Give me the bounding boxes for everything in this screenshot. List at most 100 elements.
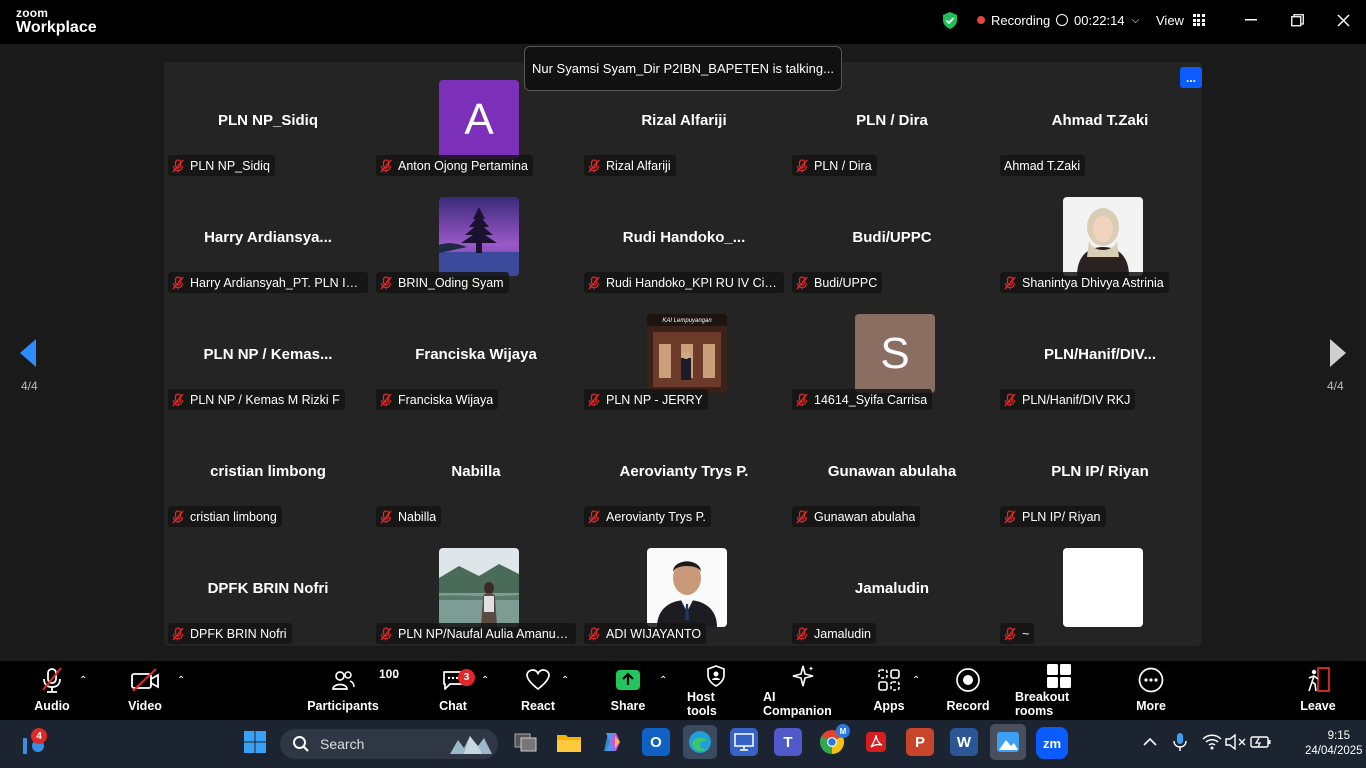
participant-tile[interactable]: Nabilla Nabilla	[372, 413, 580, 530]
view-button[interactable]: View	[1156, 0, 1205, 40]
show-hidden-icons-chevron-icon[interactable]	[1136, 728, 1164, 756]
zoom-app-icon[interactable]: zm	[1036, 727, 1068, 759]
participant-tile[interactable]: ADI WIJAYANTO	[580, 530, 788, 647]
recording-dot-icon	[977, 16, 985, 24]
copilot-icon[interactable]	[598, 728, 626, 756]
mic-muted-icon	[380, 392, 392, 406]
mic-muted-icon	[380, 626, 392, 640]
next-page-arrow-icon[interactable]	[1328, 338, 1348, 368]
participant-tile[interactable]: Jamaludin Jamaludin	[788, 530, 996, 647]
start-windows-icon[interactable]	[241, 728, 269, 756]
share-button[interactable]: Share	[609, 661, 647, 718]
participant-tile[interactable]: Aerovianty Trys P. Aerovianty Trys P.	[580, 413, 788, 530]
participant-tile[interactable]: KAI Lempuyangan PLN NP - JERRY	[580, 296, 788, 413]
participant-tile[interactable]: Harry Ardiansya... Harry Ardiansyah_PT. P…	[164, 179, 372, 296]
taskbar-search[interactable]: Search	[280, 729, 498, 759]
participant-tile[interactable]: cristian limbong cristian limbong	[164, 413, 372, 530]
remote-desktop-icon[interactable]	[730, 728, 758, 756]
grid-view-icon	[1192, 14, 1205, 26]
chat-options-caret-icon[interactable]: ⌃	[481, 675, 489, 686]
more-button[interactable]: More	[1133, 661, 1169, 718]
audio-options-caret-icon[interactable]: ⌃	[79, 675, 87, 686]
participant-tile[interactable]: PLN IP/ Riyan PLN IP/ Riyan	[996, 413, 1204, 530]
participant-name-text: ADI WIJAYANTO	[606, 626, 702, 641]
mic-muted-icon	[588, 392, 600, 406]
participant-tile[interactable]: S 14614_Syifa Carrisa	[788, 296, 996, 413]
mic-muted-icon	[1004, 509, 1016, 523]
gallery-more-options-button[interactable]: ...	[1180, 67, 1202, 88]
widgets-icon[interactable]: 4	[18, 728, 48, 758]
photos-app-icon[interactable]	[990, 724, 1026, 760]
recording-indicator[interactable]: Recording	[977, 0, 1050, 40]
react-button[interactable]: React	[519, 661, 557, 718]
volume-muted-icon[interactable]	[1222, 728, 1250, 756]
host-tools-button[interactable]: Host tools	[687, 661, 745, 718]
clock-time: 9:15	[1327, 730, 1350, 742]
record-button[interactable]: Record	[946, 661, 990, 718]
file-explorer-icon[interactable]	[555, 728, 583, 756]
participant-name-text: DPFK BRIN Nofri	[190, 626, 287, 641]
participant-name-label: cristian limbong	[168, 506, 282, 527]
video-button[interactable]: Video	[124, 661, 166, 718]
task-view-icon[interactable]	[512, 728, 540, 756]
participant-name-text: Franciska Wijaya	[398, 392, 494, 407]
participant-display-name: Rudi Handoko_...	[622, 229, 746, 246]
participant-tile[interactable]: PLN NP/Naufal Aulia Amanull...	[372, 530, 580, 647]
leave-button[interactable]: Leave	[1300, 661, 1336, 718]
participant-photo-avatar: KAI Lempuyangan	[647, 314, 727, 393]
participant-name-text: Shanintya Dhivya Astrinia	[1022, 275, 1164, 290]
restore-button[interactable]	[1287, 10, 1307, 30]
acrobat-icon[interactable]	[862, 728, 890, 756]
microphone-tray-icon[interactable]	[1166, 728, 1194, 756]
participants-button[interactable]: 100 Participants	[307, 661, 399, 718]
react-options-caret-icon[interactable]: ⌃	[561, 675, 569, 686]
audio-button[interactable]: Audio	[32, 661, 72, 718]
participant-name-label: Harry Ardiansyah_PT. PLN Ind...	[168, 272, 368, 293]
participant-tile[interactable]: Budi/UPPC Budi/UPPC	[788, 179, 996, 296]
system-clock[interactable]: 9:15 24/04/2025	[1305, 729, 1363, 759]
participant-tile[interactable]: PLN NP_Sidiq PLN NP_Sidiq	[164, 62, 372, 179]
participant-tile[interactable]: ~	[996, 530, 1204, 647]
outlook-icon[interactable]: O	[642, 728, 670, 756]
camera-off-icon	[130, 661, 160, 699]
share-options-caret-icon[interactable]: ⌃	[659, 675, 667, 686]
participant-tile[interactable]: PLN/Hanif/DIV... PLN/Hanif/DIV RKJ	[996, 296, 1204, 413]
mic-muted-icon	[796, 275, 808, 289]
breakout-rooms-button[interactable]: Breakout rooms	[1015, 661, 1103, 718]
participant-tile[interactable]: Rudi Handoko_... Rudi Handoko_KPI RU IV C…	[580, 179, 788, 296]
participant-tile[interactable]: Ahmad T.Zaki Ahmad T.Zaki	[996, 62, 1204, 179]
participant-tile[interactable]: Franciska Wijaya Franciska Wijaya	[372, 296, 580, 413]
participant-tile[interactable]: BRIN_Oding Syam	[372, 179, 580, 296]
participants-options-caret-icon[interactable]: ⌃	[391, 675, 399, 686]
meeting-timer[interactable]: 00:22:14 ⌵	[1056, 0, 1139, 40]
page-indicator-left: 4/4	[21, 379, 38, 393]
apps-options-caret-icon[interactable]: ⌃	[912, 675, 920, 686]
participant-name-text: Nabilla	[398, 509, 437, 524]
apps-button[interactable]: Apps	[872, 661, 906, 718]
participant-tile[interactable]: PLN NP / Kemas... PLN NP / Kemas M Rizki …	[164, 296, 372, 413]
participant-name-label: Anton Ojong Pertamina	[376, 155, 533, 176]
ai-companion-button[interactable]: AI Companion	[763, 661, 843, 718]
participant-tile[interactable]: Gunawan abulaha Gunawan abulaha	[788, 413, 996, 530]
teams-icon[interactable]: T	[774, 728, 802, 756]
encryption-shield-icon[interactable]	[941, 11, 959, 30]
apps-label: Apps	[873, 699, 905, 713]
close-button[interactable]	[1333, 10, 1353, 30]
word-icon[interactable]: W	[950, 728, 978, 756]
participant-tile[interactable]: Shanintya Dhivya Astrinia	[996, 179, 1204, 296]
participant-display-name: Jamaludin	[854, 580, 930, 597]
participant-tile[interactable]: DPFK BRIN Nofri DPFK BRIN Nofri	[164, 530, 372, 647]
participant-display-name: PLN NP_Sidiq	[217, 112, 318, 129]
title-bar: zoom Workplace Recording 00:22:14 ⌵ View	[0, 0, 1366, 44]
minimize-button[interactable]	[1241, 10, 1261, 30]
powerpoint-icon[interactable]: P	[906, 728, 934, 756]
breakout-rooms-label: Breakout rooms	[1015, 690, 1070, 718]
previous-page-arrow-icon[interactable]	[18, 338, 38, 368]
participant-display-name: Gunawan abulaha	[827, 463, 957, 480]
participant-blank-avatar	[1063, 548, 1143, 627]
edge-icon[interactable]	[683, 725, 717, 759]
chevron-down-icon: ⌵	[1131, 14, 1140, 26]
chrome-icon[interactable]: M	[818, 724, 850, 756]
video-options-caret-icon[interactable]: ⌃	[177, 675, 185, 686]
battery-icon[interactable]	[1247, 728, 1275, 756]
